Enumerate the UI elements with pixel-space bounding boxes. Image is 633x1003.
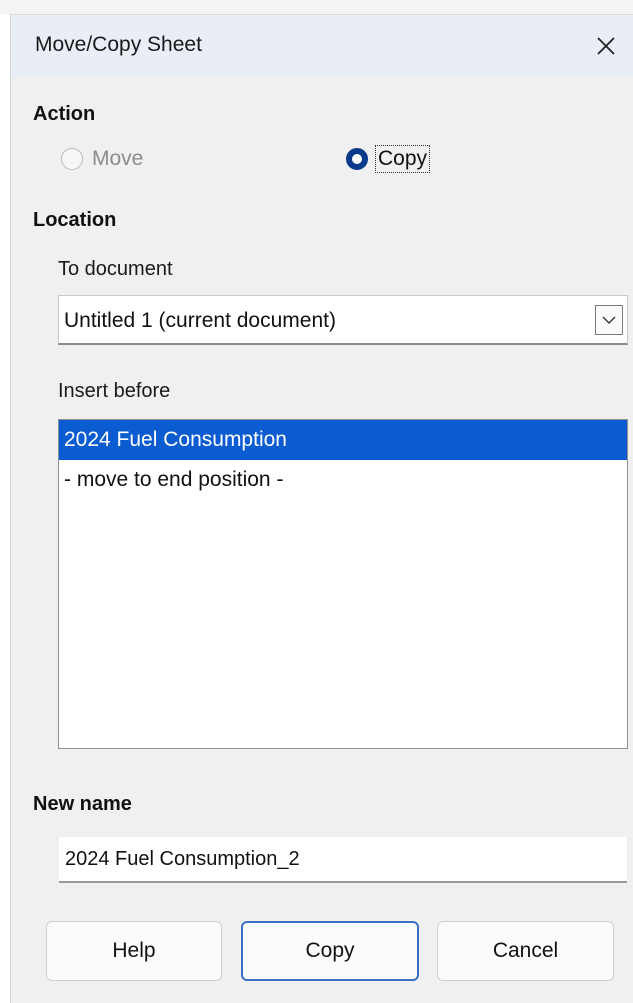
- new-name-input[interactable]: [59, 837, 627, 881]
- cancel-button[interactable]: Cancel: [437, 921, 614, 981]
- to-document-label: To document: [58, 258, 173, 280]
- title-bar: Move/Copy Sheet: [11, 15, 633, 77]
- move-radio-label: Move: [92, 147, 144, 170]
- dialog-title: Move/Copy Sheet: [35, 33, 202, 56]
- move-radio-indicator: [61, 148, 83, 170]
- insert-before-list[interactable]: 2024 Fuel Consumption - move to end posi…: [58, 419, 628, 749]
- location-heading: Location: [33, 209, 117, 231]
- to-document-value: Untitled 1 (current document): [64, 309, 336, 332]
- list-item-2024-fuel-consumption[interactable]: 2024 Fuel Consumption: [59, 420, 627, 460]
- chevron-down-icon: [602, 316, 616, 324]
- dropdown-button[interactable]: [595, 305, 623, 335]
- close-button[interactable]: [578, 15, 633, 77]
- new-name-heading: New name: [33, 793, 132, 815]
- new-name-field-wrapper: [59, 837, 627, 883]
- move-radio[interactable]: Move: [61, 147, 143, 171]
- copy-radio-indicator: [346, 148, 368, 170]
- action-heading: Action: [33, 103, 96, 125]
- move-copy-sheet-dialog: Move/Copy Sheet Action Move Copy Locatio…: [10, 14, 633, 1003]
- close-icon: [597, 37, 615, 55]
- help-button[interactable]: Help: [46, 921, 222, 981]
- background-window-edge: [0, 0, 633, 14]
- copy-radio[interactable]: Copy: [346, 145, 431, 173]
- copy-button[interactable]: Copy: [241, 921, 419, 981]
- list-item-move-to-end[interactable]: - move to end position -: [59, 460, 627, 500]
- insert-before-label: Insert before: [58, 380, 171, 402]
- copy-radio-label: Copy: [374, 145, 431, 173]
- to-document-select[interactable]: Untitled 1 (current document): [58, 295, 628, 345]
